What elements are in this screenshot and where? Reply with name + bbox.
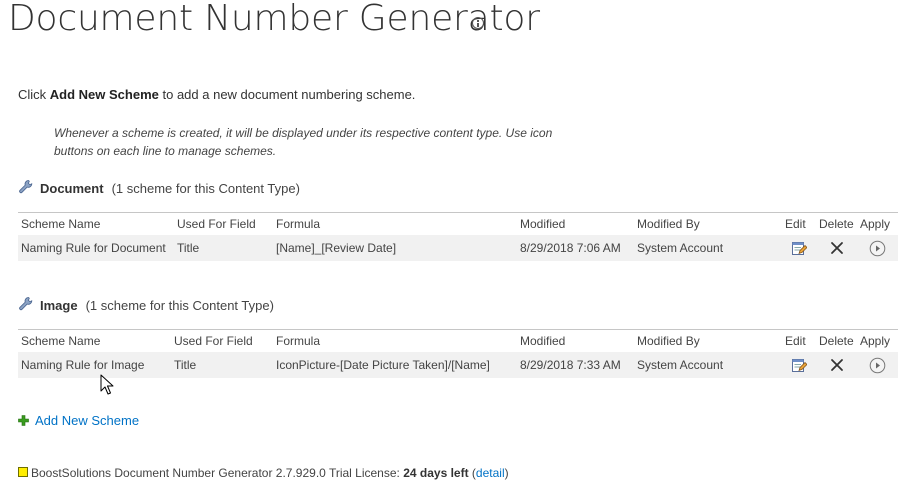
license-footer: BoostSolutions Document Number Generator… — [18, 466, 509, 480]
table-row: Naming Rule for Document Title [Name]_[R… — [18, 235, 898, 261]
add-new-scheme-label: Add New Scheme — [35, 413, 140, 428]
formula: IconPicture-[Date Picture Taken]/[Name] — [273, 352, 517, 378]
col-formula: Formula — [273, 329, 517, 352]
apply-icon[interactable] — [869, 240, 886, 257]
wrench-icon — [19, 180, 33, 194]
delete-icon[interactable] — [830, 358, 844, 372]
intro-prefix: Click — [18, 87, 50, 102]
detail-link[interactable]: detail — [476, 466, 505, 480]
used-for-field: Title — [171, 352, 273, 378]
content-type-count: (1 scheme for this Content Type) — [85, 298, 274, 313]
wrench-icon — [19, 297, 33, 311]
content-type-header-image: Image (1 scheme for this Content Type) — [18, 296, 274, 313]
apply-icon[interactable] — [869, 357, 886, 374]
col-delete: Delete — [816, 212, 857, 235]
modified-by: System Account — [634, 235, 782, 261]
col-edit: Edit — [782, 212, 816, 235]
instruction-note: Whenever a scheme is created, it will be… — [54, 126, 553, 158]
content-type-name: Document — [40, 181, 104, 196]
edit-icon[interactable] — [791, 357, 807, 373]
table-header-row: Scheme Name Used For Field Formula Modif… — [18, 212, 898, 235]
col-delete: Delete — [816, 329, 857, 352]
scheme-name: Naming Rule for Image — [18, 352, 171, 378]
modified-by: System Account — [634, 352, 782, 378]
used-for-field: Title — [174, 235, 273, 261]
intro-suffix: to add a new document numbering scheme. — [158, 87, 416, 102]
delete-cell — [816, 235, 857, 261]
col-edit: Edit — [782, 329, 816, 352]
edit-cell — [782, 352, 816, 378]
col-modified: Modified — [517, 329, 634, 352]
close-paren: ) — [504, 466, 509, 480]
apply-cell — [857, 352, 898, 378]
days-left: 24 days left — [403, 466, 469, 480]
product-version-text: BoostSolutions Document Number Generator… — [31, 466, 404, 480]
delete-cell — [816, 352, 857, 378]
add-new-scheme-link[interactable]: Add New Scheme — [18, 413, 139, 428]
scheme-table-document: Scheme Name Used For Field Formula Modif… — [18, 212, 898, 261]
intro-text: Click Add New Scheme to add a new docume… — [18, 87, 415, 102]
apply-cell — [857, 235, 898, 261]
col-modified: Modified — [517, 212, 634, 235]
col-scheme-name: Scheme Name — [18, 212, 174, 235]
col-formula: Formula — [273, 212, 517, 235]
modified: 8/29/2018 7:33 AM — [517, 352, 634, 378]
col-apply: Apply — [857, 212, 898, 235]
edit-cell — [782, 235, 816, 261]
content-type-count: (1 scheme for this Content Type) — [111, 181, 300, 196]
table-row: Naming Rule for Image Title IconPicture-… — [18, 352, 898, 378]
formula: [Name]_[Review Date] — [273, 235, 517, 261]
edit-icon[interactable] — [791, 240, 807, 256]
col-used-for-field: Used For Field — [171, 329, 273, 352]
col-scheme-name: Scheme Name — [18, 329, 171, 352]
content-type-name: Image — [40, 298, 78, 313]
modified: 8/29/2018 7:06 AM — [517, 235, 634, 261]
license-badge-icon — [18, 467, 28, 477]
intro-bold: Add New Scheme — [49, 87, 159, 102]
col-used-for-field: Used For Field — [174, 212, 273, 235]
page-title: Document Number Generator — [8, 0, 540, 39]
scheme-table-image: Scheme Name Used For Field Formula Modif… — [18, 329, 898, 378]
col-modified-by: Modified By — [634, 329, 782, 352]
col-modified-by: Modified By — [634, 212, 782, 235]
plus-icon — [18, 415, 29, 426]
table-header-row: Scheme Name Used For Field Formula Modif… — [18, 329, 898, 352]
delete-icon[interactable] — [830, 241, 844, 255]
open-paren: ( — [468, 466, 476, 480]
content-type-header-document: Document (1 scheme for this Content Type) — [18, 179, 300, 196]
info-circle-icon[interactable] — [472, 17, 484, 29]
scheme-name: Naming Rule for Document — [18, 235, 174, 261]
col-apply: Apply — [857, 329, 898, 352]
mouse-cursor-icon — [100, 374, 114, 395]
